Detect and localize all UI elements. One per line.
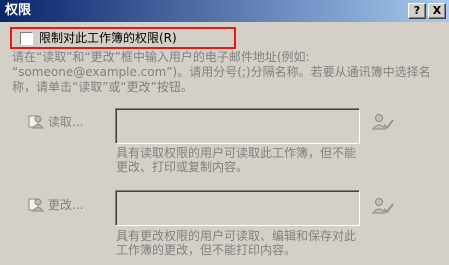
- read-description-line: 更改、打印或复制内容。: [116, 160, 249, 174]
- close-button[interactable]: X: [428, 3, 446, 19]
- read-button-label: 读取...: [48, 114, 84, 129]
- address-book-user-icon: [28, 198, 44, 212]
- change-users-input[interactable]: [115, 190, 360, 226]
- restrict-permission-checkbox[interactable]: [20, 32, 33, 45]
- title-bar: 权限 ? X: [0, 0, 449, 22]
- instructions-line: 请在“读取”和“更改”框中输入用户的电子邮件地址(例如:: [12, 50, 310, 64]
- change-button-label: 更改...: [48, 197, 84, 212]
- instructions-line: 称，请单击“读取”或“更改”按钮。: [12, 80, 193, 94]
- read-users-input[interactable]: [115, 108, 360, 144]
- help-button[interactable]: ?: [408, 3, 426, 19]
- change-button[interactable]: 更改...: [28, 195, 106, 213]
- read-description: 具有读取权限的用户可读取此工作簿，但不能 更改、打印或复制内容。: [116, 146, 376, 174]
- address-book-user-icon: [28, 115, 44, 129]
- check-names-icon[interactable]: [372, 196, 394, 216]
- change-description-line: 工作簿的更改，但不能打印内容。: [116, 243, 297, 257]
- check-names-icon[interactable]: [372, 112, 394, 132]
- change-description-line: 具有更改权限的用户可读取、编辑和保存对此: [116, 229, 357, 243]
- restrict-permission-label[interactable]: 限制对此工作簿的权限(R): [39, 31, 177, 45]
- read-description-line: 具有读取权限的用户可读取此工作簿，但不能: [116, 146, 357, 160]
- window-title: 权限: [5, 3, 32, 18]
- restrict-permission-option[interactable]: 限制对此工作簿的权限(R): [10, 27, 236, 49]
- instructions-text: 请在“读取”和“更改”框中输入用户的电子邮件地址(例如: “someone@ex…: [12, 50, 444, 95]
- read-button[interactable]: 读取...: [28, 112, 106, 130]
- instructions-line: “someone@example.com”)。请用分号(;)分隔名称。若要从通讯…: [12, 65, 431, 79]
- change-description: 具有更改权限的用户可读取、编辑和保存对此 工作簿的更改，但不能打印内容。: [116, 229, 376, 257]
